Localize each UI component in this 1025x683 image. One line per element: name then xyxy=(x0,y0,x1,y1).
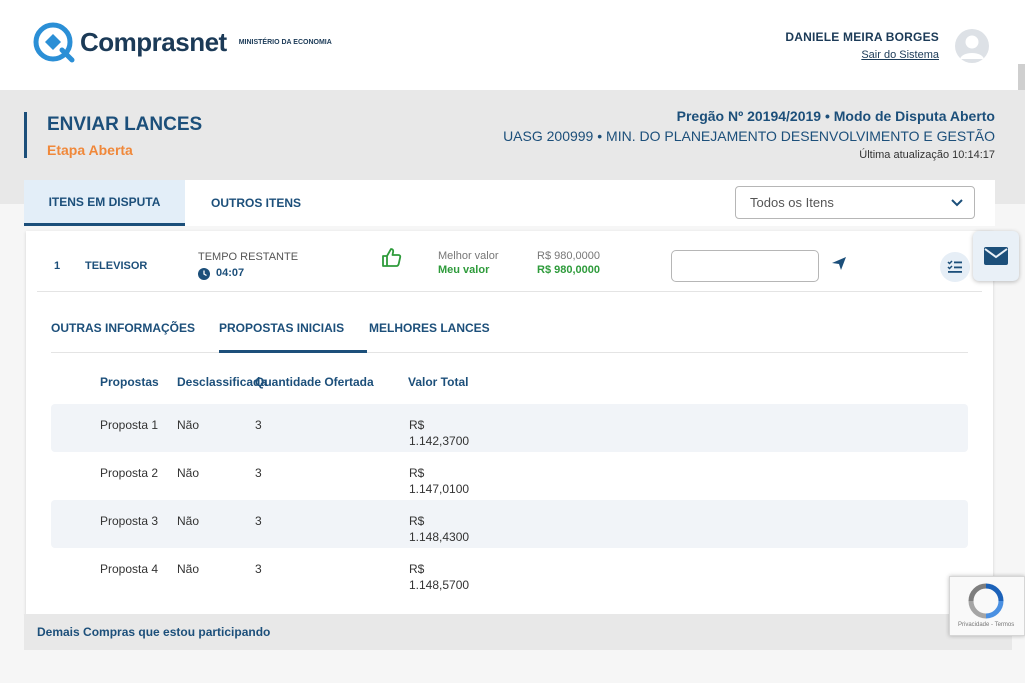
comprasnet-logo-icon xyxy=(33,22,75,63)
cell-desclassificada: Não xyxy=(177,418,200,432)
cell-desclassificada: Não xyxy=(177,514,200,528)
column-header-quantidade: Quantidade Ofertada xyxy=(255,375,374,389)
bid-input[interactable] xyxy=(671,250,819,282)
cell-desclassificada: Não xyxy=(177,466,200,480)
comprasnet-logo[interactable]: Comprasnet MINISTÉRIO DA ECONOMIA xyxy=(32,20,332,64)
other-purchases-label[interactable]: Demais Compras que estou participando xyxy=(37,625,270,639)
send-bid-icon[interactable] xyxy=(831,255,847,271)
cell-valor-currency: R$ xyxy=(409,514,425,528)
messages-button[interactable] xyxy=(973,231,1019,281)
user-avatar-icon xyxy=(960,35,984,59)
cell-valor-currency: R$ xyxy=(409,418,425,432)
uasg-info: UASG 200999 • MIN. DO PLANEJAMENTO DESEN… xyxy=(503,128,995,144)
time-remaining-value: 04:07 xyxy=(216,267,245,279)
cell-quantidade: 3 xyxy=(255,418,262,432)
column-header-desclassificada: Desclassificada xyxy=(177,375,268,389)
stage-label: Etapa Aberta xyxy=(47,142,133,158)
items-filter-value: Todos os Itens xyxy=(750,195,834,210)
sub-tabs-divider xyxy=(51,352,968,353)
items-filter-select[interactable]: Todos os Itens xyxy=(735,186,975,219)
cell-quantidade: 3 xyxy=(255,514,262,528)
logout-link[interactable]: Sair do Sistema xyxy=(861,49,939,61)
cell-valor-total: 1.142,3700 xyxy=(409,434,470,448)
clock-icon xyxy=(198,268,210,280)
pregao-info: Pregão Nº 20194/2019 • Modo de Disputa A… xyxy=(503,108,995,161)
cell-proposta: Proposta 3 xyxy=(100,514,159,528)
recaptcha-icon xyxy=(968,583,1004,619)
tab-outros-itens[interactable]: OUTROS ITENS xyxy=(194,180,318,226)
cell-quantidade: 3 xyxy=(255,466,262,480)
title-accent-bar xyxy=(24,112,27,158)
time-remaining-label: TEMPO RESTANTE xyxy=(198,251,299,263)
pregao-number: Pregão Nº 20194/2019 • Modo de Disputa A… xyxy=(676,108,995,124)
tab-propostas-iniciais[interactable]: PROPOSTAS INICIAIS xyxy=(219,321,344,335)
cell-proposta: Proposta 4 xyxy=(100,562,159,576)
best-value-label: Melhor valor xyxy=(438,250,499,262)
checklist-icon xyxy=(947,260,962,273)
item-divider xyxy=(37,291,982,292)
user-block: DANIELE MEIRA BORGES Sair do Sistema xyxy=(785,30,939,63)
cell-proposta: Proposta 2 xyxy=(100,466,159,480)
logo-text: Comprasnet xyxy=(80,26,227,57)
column-header-valor-total: Valor Total xyxy=(408,375,469,389)
avatar[interactable] xyxy=(955,29,989,63)
tab-itens-em-disputa[interactable]: ITENS EM DISPUTA xyxy=(24,180,185,226)
thumbs-up-icon xyxy=(382,248,402,267)
cell-desclassificada: Não xyxy=(177,562,200,576)
my-value-label: Meu valor xyxy=(438,264,490,276)
cell-valor-total: 1.148,4300 xyxy=(409,530,470,544)
best-value: R$ 980,0000 xyxy=(537,250,600,262)
cell-valor-total: 1.148,5700 xyxy=(409,578,470,592)
app-header: Comprasnet MINISTÉRIO DA ECONOMIA DANIEL… xyxy=(0,0,1025,90)
cell-valor-total: 1.147,0100 xyxy=(409,482,470,496)
tab-outras-informacoes[interactable]: OUTRAS INFORMAÇÕES xyxy=(51,321,195,335)
chevron-down-icon xyxy=(951,199,963,207)
cell-quantidade: 3 xyxy=(255,562,262,576)
tab-melhores-lances[interactable]: MELHORES LANCES xyxy=(369,321,490,335)
item-number: 1 xyxy=(54,260,61,272)
user-name: DANIELE MEIRA BORGES xyxy=(785,30,939,44)
cell-valor-currency: R$ xyxy=(409,562,425,576)
recaptcha-text[interactable]: Privacidade - Termos xyxy=(958,622,1014,628)
item-details-button[interactable] xyxy=(940,252,970,282)
cell-proposta: Proposta 1 xyxy=(100,418,159,432)
column-header-propostas: Propostas xyxy=(100,375,159,389)
logo-subtitle: MINISTÉRIO DA ECONOMIA xyxy=(238,38,332,46)
page-title: ENVIAR LANCES xyxy=(47,114,203,135)
my-value: R$ 980,0000 xyxy=(537,264,600,276)
item-name: TELEVISOR xyxy=(85,260,148,272)
active-sub-tab-indicator xyxy=(219,350,367,353)
cell-valor-currency: R$ xyxy=(409,466,425,480)
last-update: Última atualização 10:14:17 xyxy=(859,149,995,161)
envelope-icon xyxy=(984,247,1008,265)
